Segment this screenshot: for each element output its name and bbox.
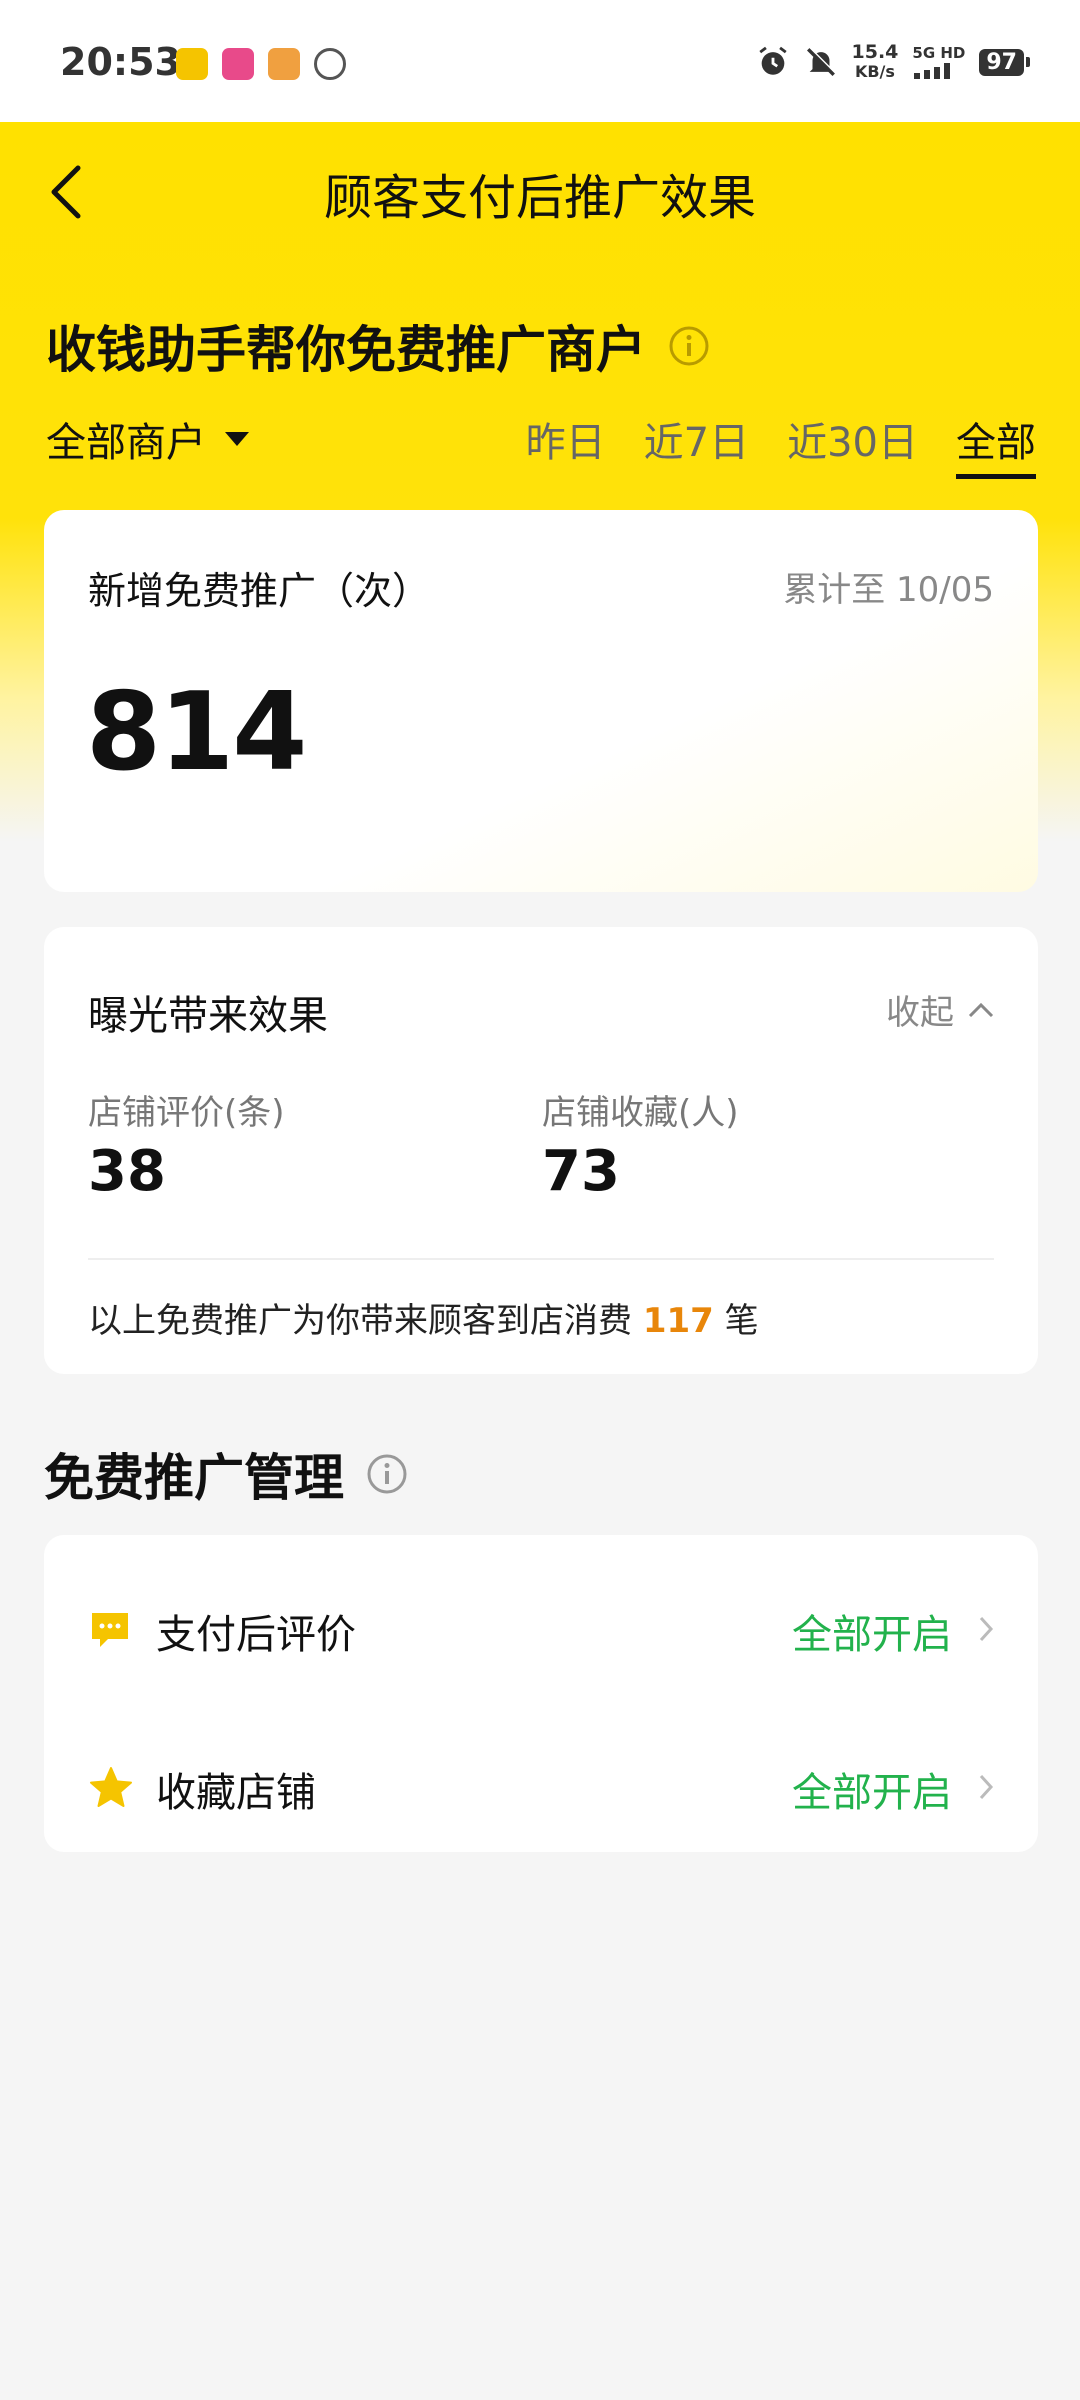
collapse-label: 收起 [886,993,954,1033]
row-label: 支付后评价 [156,1612,356,1658]
speed-value: 15.4 [851,41,899,63]
divider [88,1258,994,1260]
speed-unit: KB/s [854,62,895,81]
manage-title-text: 免费推广管理 [44,1449,344,1507]
row-status: 全部开启 [792,1770,952,1816]
summary-count: 117 [642,1301,714,1341]
summary-prefix: 以上免费推广为你带来顾客到店消费 [88,1301,632,1341]
merchant-filter-dropdown[interactable]: 全部商户 [46,410,250,468]
app-notification-icon [176,48,208,80]
tab-yesterday[interactable]: 昨日 [526,410,606,479]
app-notification-icon [314,48,346,80]
status-bar: 20:53 15.4 KB/s 5G HD 97 [0,0,1080,122]
exposure-effect-card: 曝光带来效果 收起 店铺评价(条) 38 店铺收藏(人) 73 以上免费推广为你… [44,927,1038,1374]
signal-group: 5G HD [912,45,965,79]
row-label: 收藏店铺 [156,1770,316,1816]
manage-row-post-payment-review[interactable]: 支付后评价 全部开启 [44,1571,1038,1691]
notification-icons [176,48,346,80]
status-time: 20:53 [60,40,181,84]
row-status: 全部开启 [792,1612,952,1658]
promo-management-card: 支付后评价 全部开启 收藏店铺 全部开启 [44,1535,1038,1852]
promo-date-label: 累计至 10/05 [783,570,994,610]
headline-text: 收钱助手帮你免费推广商户 [46,321,646,379]
tab-last-7-days[interactable]: 近7日 [644,410,749,479]
store-reviews-value: 38 [88,1139,166,1204]
network-speed: 15.4 KB/s [852,42,899,82]
promo-headline: 收钱助手帮你免费推广商户 [46,310,710,382]
app-notification-icon [268,48,300,80]
effect-title: 曝光带来效果 [88,993,328,1039]
promo-count-label: 新增免费推广（次） [88,569,431,613]
tab-last-30-days[interactable]: 近30日 [787,410,918,479]
tab-all[interactable]: 全部 [956,410,1036,479]
manage-section-title: 免费推广管理 [44,1438,408,1510]
system-status: 15.4 KB/s 5G HD 97 [756,42,1030,82]
chevron-right-icon [979,1774,994,1800]
store-favorites-label: 店铺收藏(人) [542,1093,739,1133]
signal-icon [914,63,951,79]
info-icon[interactable] [366,1453,408,1495]
page-title: 顾客支付后推广效果 [323,170,756,226]
store-reviews-label: 店铺评价(条) [88,1093,285,1133]
collapse-button[interactable]: 收起 [886,985,994,1034]
date-range-tabs: 昨日 近7日 近30日 全部 [526,410,1036,479]
battery-indicator: 97 [979,48,1030,76]
info-icon[interactable] [668,325,710,367]
caret-down-icon [225,432,249,446]
summary-suffix: 笔 [724,1301,759,1341]
star-icon [90,1767,132,1807]
network-type: 5G HD [912,44,966,62]
merchant-filter-label: 全部商户 [46,420,206,466]
app-notification-icon [222,48,254,80]
mute-bell-icon [806,47,836,77]
alarm-icon [758,46,787,75]
promo-count-card: 新增免费推广（次） 累计至 10/05 814 [44,510,1038,892]
chevron-up-icon [968,1002,994,1017]
chat-bubble-icon [92,1613,128,1647]
promo-count-value: 814 [86,670,307,795]
store-favorites-value: 73 [542,1139,620,1204]
effect-summary: 以上免费推广为你带来顾客到店消费 117 笔 [88,1293,759,1342]
manage-row-favorite-store[interactable]: 收藏店铺 全部开启 [44,1729,1038,1849]
chevron-right-icon [979,1616,994,1642]
